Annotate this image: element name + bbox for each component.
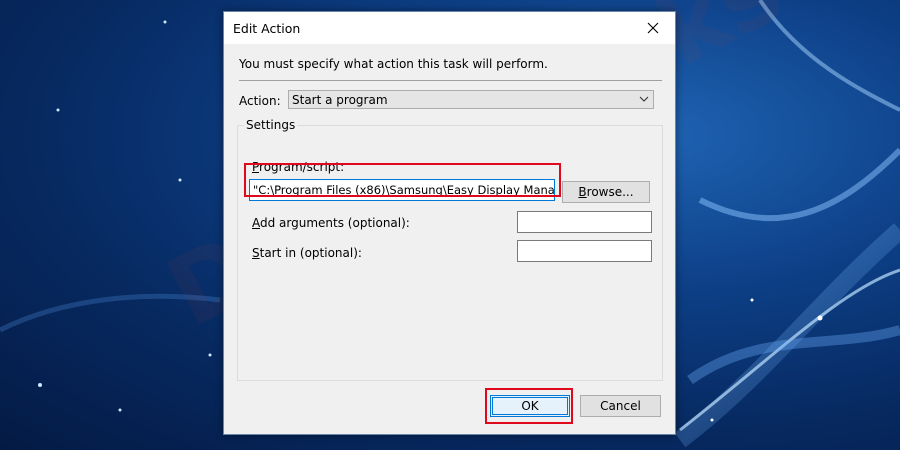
add-arguments-label: Add arguments (optional): <box>252 216 410 230</box>
start-in-input[interactable] <box>517 240 652 262</box>
separator <box>239 80 662 81</box>
instruction-text: You must specify what action this task w… <box>239 57 548 71</box>
close-button[interactable] <box>631 12 675 44</box>
start-in-label: Start in (optional): <box>252 246 362 260</box>
settings-group-title: Settings <box>244 118 298 132</box>
settings-group: Settings Program/script: "C:\Program Fil… <box>237 118 663 381</box>
ok-label: OK <box>521 399 539 413</box>
program-script-label: Program/script: <box>252 160 345 174</box>
title-bar: Edit Action <box>224 12 675 44</box>
close-icon <box>647 22 659 34</box>
ok-button[interactable]: OK <box>490 395 570 417</box>
action-selected-value: Start a program <box>292 93 388 107</box>
add-arguments-input[interactable] <box>517 211 652 233</box>
dialog-title: Edit Action <box>233 21 301 36</box>
chevron-down-icon <box>639 96 649 102</box>
cancel-button[interactable]: Cancel <box>580 395 661 417</box>
program-script-input[interactable]: "C:\Program Files (x86)\Samsung\Easy Dis… <box>249 179 555 201</box>
action-dropdown[interactable]: Start a program <box>288 90 654 109</box>
action-label: Action: <box>239 94 281 108</box>
browse-button[interactable]: Browse... <box>562 181 650 203</box>
edit-action-dialog: Edit Action You must specify what action… <box>223 11 676 435</box>
